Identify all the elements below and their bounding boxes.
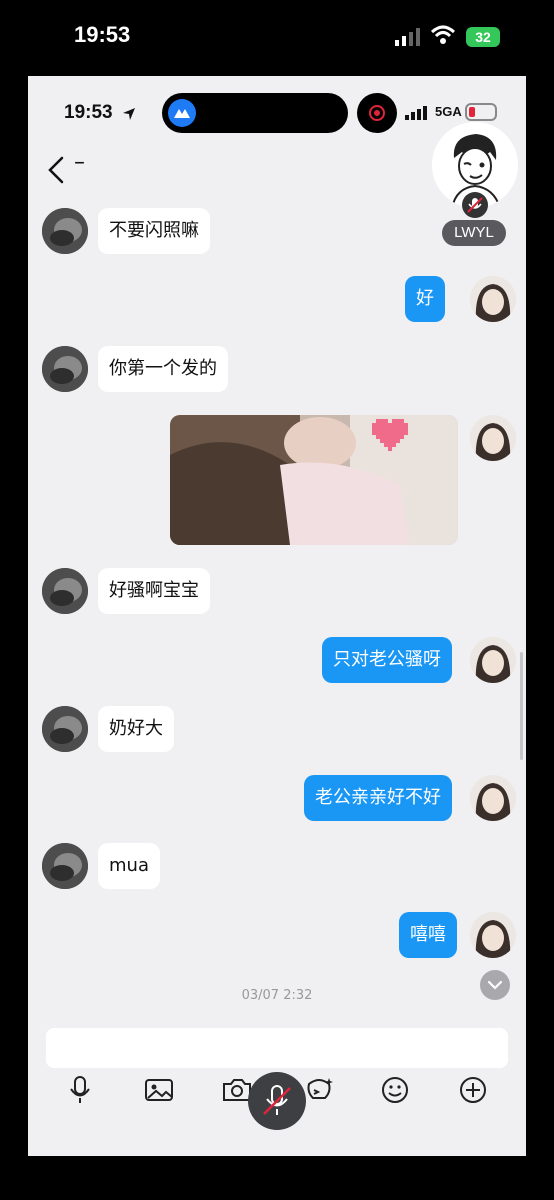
incoming-message[interactable]: 奶好大 — [98, 706, 174, 752]
mute-mic-icon — [263, 1085, 291, 1115]
cellular-signal-icon — [395, 28, 420, 46]
self-avatar[interactable] — [470, 415, 516, 461]
status-time: 19:53 — [64, 102, 113, 123]
signal-bars-icon — [405, 106, 427, 120]
scrollbar[interactable] — [520, 652, 523, 760]
screen-record-indicator[interactable] — [357, 93, 397, 133]
contact-avatar[interactable] — [42, 346, 88, 392]
self-avatar[interactable] — [470, 912, 516, 958]
sticker-icon[interactable] — [301, 1072, 337, 1108]
incoming-message[interactable]: 你第一个发的 — [98, 346, 228, 392]
network-type: 5GA — [435, 104, 462, 119]
outgoing-message[interactable]: 嘻嘻 — [399, 912, 457, 958]
battery-icon — [465, 103, 497, 121]
wifi-icon — [430, 25, 456, 44]
message-input[interactable] — [46, 1028, 508, 1068]
voice-mute-button[interactable] — [248, 1072, 306, 1130]
microphone-icon[interactable] — [62, 1072, 98, 1108]
outgoing-message[interactable]: 只对老公骚呀 — [322, 637, 452, 683]
image-icon[interactable] — [141, 1072, 177, 1108]
record-icon — [369, 105, 385, 121]
incoming-message[interactable]: 不要闪照嘛 — [98, 208, 210, 254]
contact-avatar[interactable] — [42, 843, 88, 889]
emoji-icon[interactable] — [377, 1072, 413, 1108]
app-activity-icon — [168, 99, 196, 127]
dynamic-island — [162, 93, 348, 133]
message-timestamp: 03/07 2:32 — [241, 988, 313, 1003]
outgoing-message[interactable]: 好 — [405, 276, 445, 322]
self-avatar[interactable] — [470, 775, 516, 821]
incoming-message[interactable]: 好骚啊宝宝 — [98, 568, 210, 614]
contact-avatar[interactable] — [42, 706, 88, 752]
device-time: 19:53 — [74, 22, 131, 47]
battery-indicator: 32 — [466, 27, 500, 47]
back-chevron-icon[interactable] — [42, 152, 72, 188]
photo-message[interactable] — [170, 415, 458, 545]
widget-label: LWYL — [442, 220, 506, 246]
floating-profile-widget[interactable]: LWYL — [432, 122, 520, 250]
outgoing-message[interactable]: 老公亲亲好不好 — [304, 775, 452, 821]
self-avatar[interactable] — [470, 637, 516, 683]
plus-icon[interactable] — [455, 1072, 491, 1108]
contact-avatar[interactable] — [42, 208, 88, 254]
mute-icon — [462, 192, 488, 218]
chat-title: – — [74, 150, 85, 175]
location-arrow-icon — [123, 108, 135, 120]
device-status-bar: 19:53 32 — [0, 0, 554, 76]
contact-avatar[interactable] — [42, 568, 88, 614]
incoming-message[interactable]: mua — [98, 843, 160, 889]
chat-screen: 19:53 5GA – LWYL 不要闪照嘛 好 你第一个发的 好骚啊宝宝 只对… — [28, 76, 526, 1156]
self-avatar[interactable] — [470, 276, 516, 322]
